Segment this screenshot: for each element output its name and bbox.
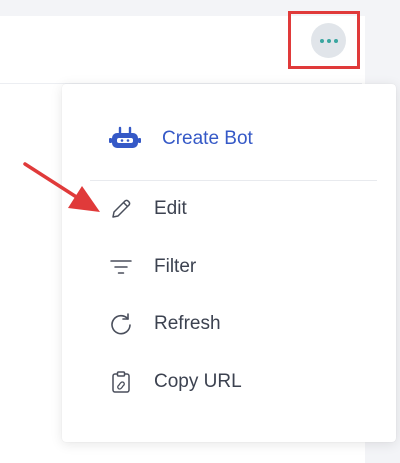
menu-item-create-bot[interactable]: Create Bot xyxy=(62,117,396,161)
clipboard-link-icon xyxy=(108,369,134,395)
robot-icon xyxy=(108,126,142,152)
pencil-icon xyxy=(108,196,134,222)
red-arrow-annotation xyxy=(23,162,100,212)
refresh-icon xyxy=(108,311,134,337)
menu-item-filter[interactable]: Filter xyxy=(62,245,396,289)
menu-divider xyxy=(90,180,377,181)
menu-item-label: Edit xyxy=(154,198,187,219)
menu-item-edit[interactable]: Edit xyxy=(62,187,396,231)
menu-item-label: Refresh xyxy=(154,313,221,334)
menu-item-label: Filter xyxy=(154,256,197,277)
menu-item-refresh[interactable]: Refresh xyxy=(62,302,396,346)
page: Create Bot Edit Filter Refresh Copy URL xyxy=(0,0,400,463)
filter-icon xyxy=(108,254,134,280)
menu-item-label: Create Bot xyxy=(162,128,253,149)
menu-item-label: Copy URL xyxy=(154,371,242,392)
more-options-button[interactable] xyxy=(311,23,346,58)
more-dots-icon xyxy=(318,38,339,43)
actions-dropdown-menu: Create Bot Edit Filter Refresh Copy URL xyxy=(62,84,396,442)
menu-item-copy-url[interactable]: Copy URL xyxy=(62,360,396,404)
